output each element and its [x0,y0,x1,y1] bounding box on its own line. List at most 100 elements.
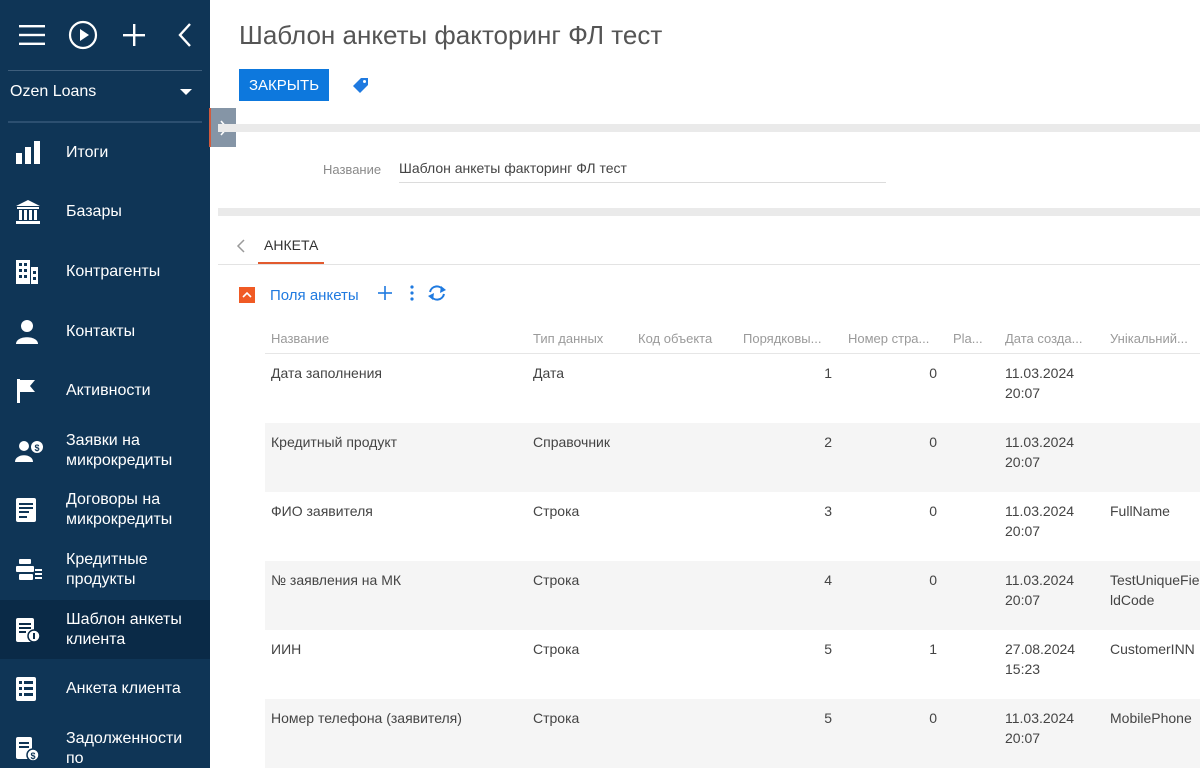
name-field[interactable]: Шаблон анкеты факторинг ФЛ тест [399,160,886,183]
cell-type: Справочник [533,434,610,450]
cell-date: 27.08.2024 15:23 [1005,641,1076,677]
cell-unique: MobilePhone [1110,710,1192,726]
cell-type: Строка [533,572,580,588]
cell-page: 0 [929,572,937,588]
column-header[interactable]: Название [265,326,527,353]
grid-header: Название Тип данных Код объекта Порядков… [265,326,1200,354]
plus-icon [377,285,392,300]
sidebar-item-debts[interactable]: $ Задолженности по [0,719,210,768]
play-circle-icon [68,20,97,50]
chevron-left-icon [236,239,245,253]
close-button[interactable]: ЗАКРЫТЬ [239,69,329,101]
sidebar-item-label: Задолженности по [66,729,183,767]
sidebar-item-label: Контакты [66,322,136,340]
sync-button[interactable] [426,284,448,307]
collapse-detail-button[interactable] [239,287,255,303]
tag-icon [353,78,368,93]
cell-page: 0 [929,710,937,726]
column-header[interactable]: Дата созда... [999,326,1104,353]
tabs-scroll-left[interactable] [235,238,247,254]
add-button[interactable] [108,10,159,60]
svg-text:$: $ [34,443,39,453]
contract-icon [16,498,36,523]
sidebar-item-contacts[interactable]: Контакты [0,302,210,362]
cell-unique: FullName [1110,503,1170,519]
cell-order: 5 [824,710,832,726]
tabs-bar: АНКЕТА [218,232,1200,265]
person-icon [16,319,38,344]
table-row[interactable]: Кредитный продукт Справочник 2 0 11.03.2… [265,423,1200,492]
sidebar-item-counterparties[interactable]: Контрагенты [0,242,210,302]
sidebar-item-label: Контрагенты [66,262,161,280]
table-row[interactable]: Номер телефона (заявителя) Строка 5 0 11… [265,699,1200,768]
table-row[interactable]: ИИН Строка 5 1 27.08.2024 15:23 Customer… [265,630,1200,699]
sidebar-item-label: Анкета клиента [66,680,181,698]
form-template-icon [16,617,41,643]
tab-questionnaire[interactable]: АНКЕТА [258,232,325,264]
sidebar-item-form-template[interactable]: Шаблон анкеты клиента [0,599,210,660]
cell-order: 5 [824,641,832,657]
table-row[interactable]: Дата заполнения Дата 1 0 11.03.2024 20:0… [265,354,1200,423]
sidebar-item-label: Заявки на микрокредиты [66,431,173,469]
cell-date: 11.03.2024 20:07 [1005,365,1075,401]
column-header[interactable]: Pla... [947,326,999,353]
table-row[interactable]: № заявления на МК Строка 4 0 11.03.2024 … [265,561,1200,630]
cell-page: 0 [929,434,937,450]
sidebar-item-loan-contracts[interactable]: Договоры на микрокредиты [0,481,210,541]
fields-grid: Название Тип данных Код объекта Порядков… [265,326,1200,768]
cell-type: Строка [533,710,580,726]
cell-type: Строка [533,503,580,519]
sidebar-nav: Итоги Базары Контрагенты Контакты Активн… [0,123,210,768]
flag-icon [17,379,35,404]
sidebar-item-bazaars[interactable]: Базары [0,183,210,243]
cell-name: ФИО заявителя [271,503,373,519]
questionnaire-icon [16,677,36,702]
building-icon [16,259,38,284]
cell-pla [947,354,999,423]
cell-code [632,492,737,561]
column-header[interactable]: Код объекта [632,326,737,353]
sidebar-item-activities[interactable]: Активности [0,361,210,421]
sidebar-item-totals[interactable]: Итоги [0,123,210,183]
cell-date: 11.03.2024 20:07 [1005,710,1075,746]
chevron-up-icon [242,291,252,298]
loan-request-icon: $ [15,440,43,462]
cell-page: 1 [929,641,937,657]
detail-title[interactable]: Поля анкеты [270,287,359,304]
main-content: Шаблон анкеты факторинг ФЛ тест ЗАКРЫТЬ … [218,0,1200,768]
sidebar-item-label: Договоры на микрокредиты [66,491,173,529]
add-record-button[interactable] [377,285,393,306]
sidebar-item-credit-products[interactable]: Кредитные продукты [0,540,210,600]
column-header[interactable]: Номер стра... [842,326,947,353]
cell-name: Номер телефона (заявителя) [271,710,462,726]
workspace-selector[interactable]: Ozen Loans [0,71,210,113]
workspace-name: Ozen Loans [10,83,97,100]
column-header[interactable]: Порядковы... [737,326,842,353]
cell-date: 11.03.2024 20:07 [1005,503,1075,539]
tag-button[interactable] [352,76,370,94]
sidebar-item-loan-requests[interactable]: $ Заявки на микрокредиты [0,421,210,481]
menu-button[interactable] [6,10,57,60]
name-field-label: Название [323,162,382,177]
cell-date: 11.03.2024 20:07 [1005,434,1075,470]
column-header[interactable]: Тип данных [527,326,632,353]
process-button[interactable] [57,10,108,60]
cell-pla [947,699,999,768]
cell-unique [1104,423,1200,492]
section-divider [218,124,1200,132]
cell-pla [947,492,999,561]
column-header[interactable]: Унікальний... [1104,326,1200,353]
collapse-sidebar-button[interactable] [159,10,210,60]
cell-code [632,699,737,768]
cell-order: 1 [824,365,832,381]
cell-unique: CustomerINN [1110,641,1195,657]
svg-text:$: $ [30,751,35,761]
table-row[interactable]: ФИО заявителя Строка 3 0 11.03.2024 20:0… [265,492,1200,561]
cell-type: Строка [533,641,580,657]
sidebar-item-label: Базары [66,203,122,221]
chevron-left-icon [177,23,191,47]
sidebar-item-questionnaire[interactable]: Анкета клиента [0,659,210,719]
more-actions-button[interactable] [410,284,414,306]
cell-unique: TestUniqueFieldCode [1110,572,1200,608]
cell-page: 0 [929,503,937,519]
